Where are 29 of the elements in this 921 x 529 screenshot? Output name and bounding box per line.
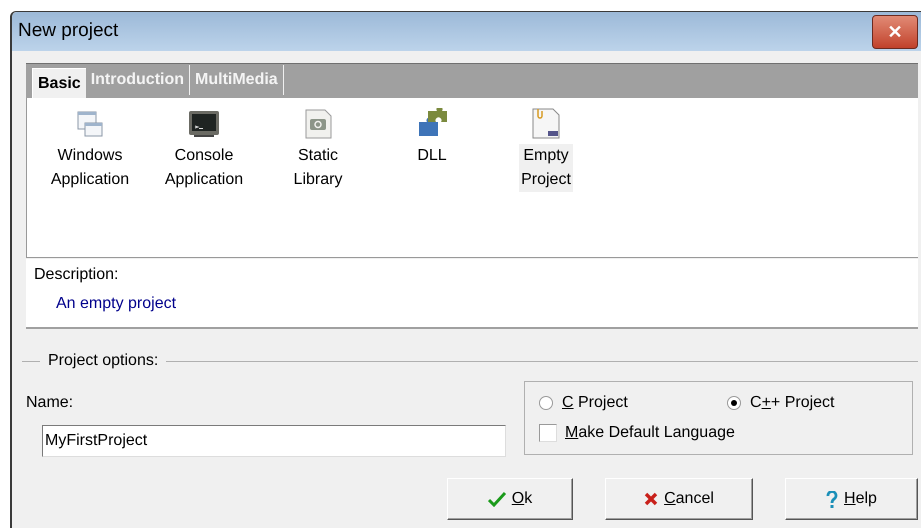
help-button[interactable]: Help — [785, 478, 918, 520]
tab[interactable]: Basic — [32, 68, 86, 98]
template-label[interactable]: DLL — [415, 144, 449, 168]
check-icon — [488, 491, 506, 507]
template-label[interactable]: Static Library — [292, 144, 344, 192]
close-button[interactable]: ✕ — [872, 14, 918, 48]
document-icon — [531, 108, 561, 140]
description-text: An empty project — [55, 294, 178, 314]
question-mark-icon — [826, 490, 838, 508]
ok-button[interactable]: Ok — [447, 478, 573, 520]
window-icon — [77, 111, 103, 137]
template-label[interactable]: Windows Application — [48, 144, 132, 192]
radio-label[interactable]: C Project — [562, 391, 628, 415]
radio-button[interactable] — [727, 396, 741, 410]
description-label: Description: — [34, 265, 120, 285]
cancel-button[interactable]: Cancel — [605, 478, 753, 520]
checkbox-label[interactable]: Make Default Language — [565, 421, 735, 445]
monitor-icon — [188, 110, 220, 138]
radio-button[interactable] — [539, 396, 553, 410]
document-icon — [303, 109, 333, 139]
name-label: Name: — [26, 393, 74, 413]
template-label[interactable]: Empty Project — [519, 144, 573, 192]
window-title: New project — [18, 19, 118, 44]
close-icon — [644, 492, 658, 506]
template-label[interactable]: Console Application — [162, 144, 246, 192]
radio-label[interactable]: C++ Project — [750, 391, 834, 415]
checkbox[interactable] — [539, 424, 557, 442]
name-input-field[interactable]: MyFirstProject — [42, 425, 506, 457]
group-legend: Project options: — [46, 349, 160, 373]
